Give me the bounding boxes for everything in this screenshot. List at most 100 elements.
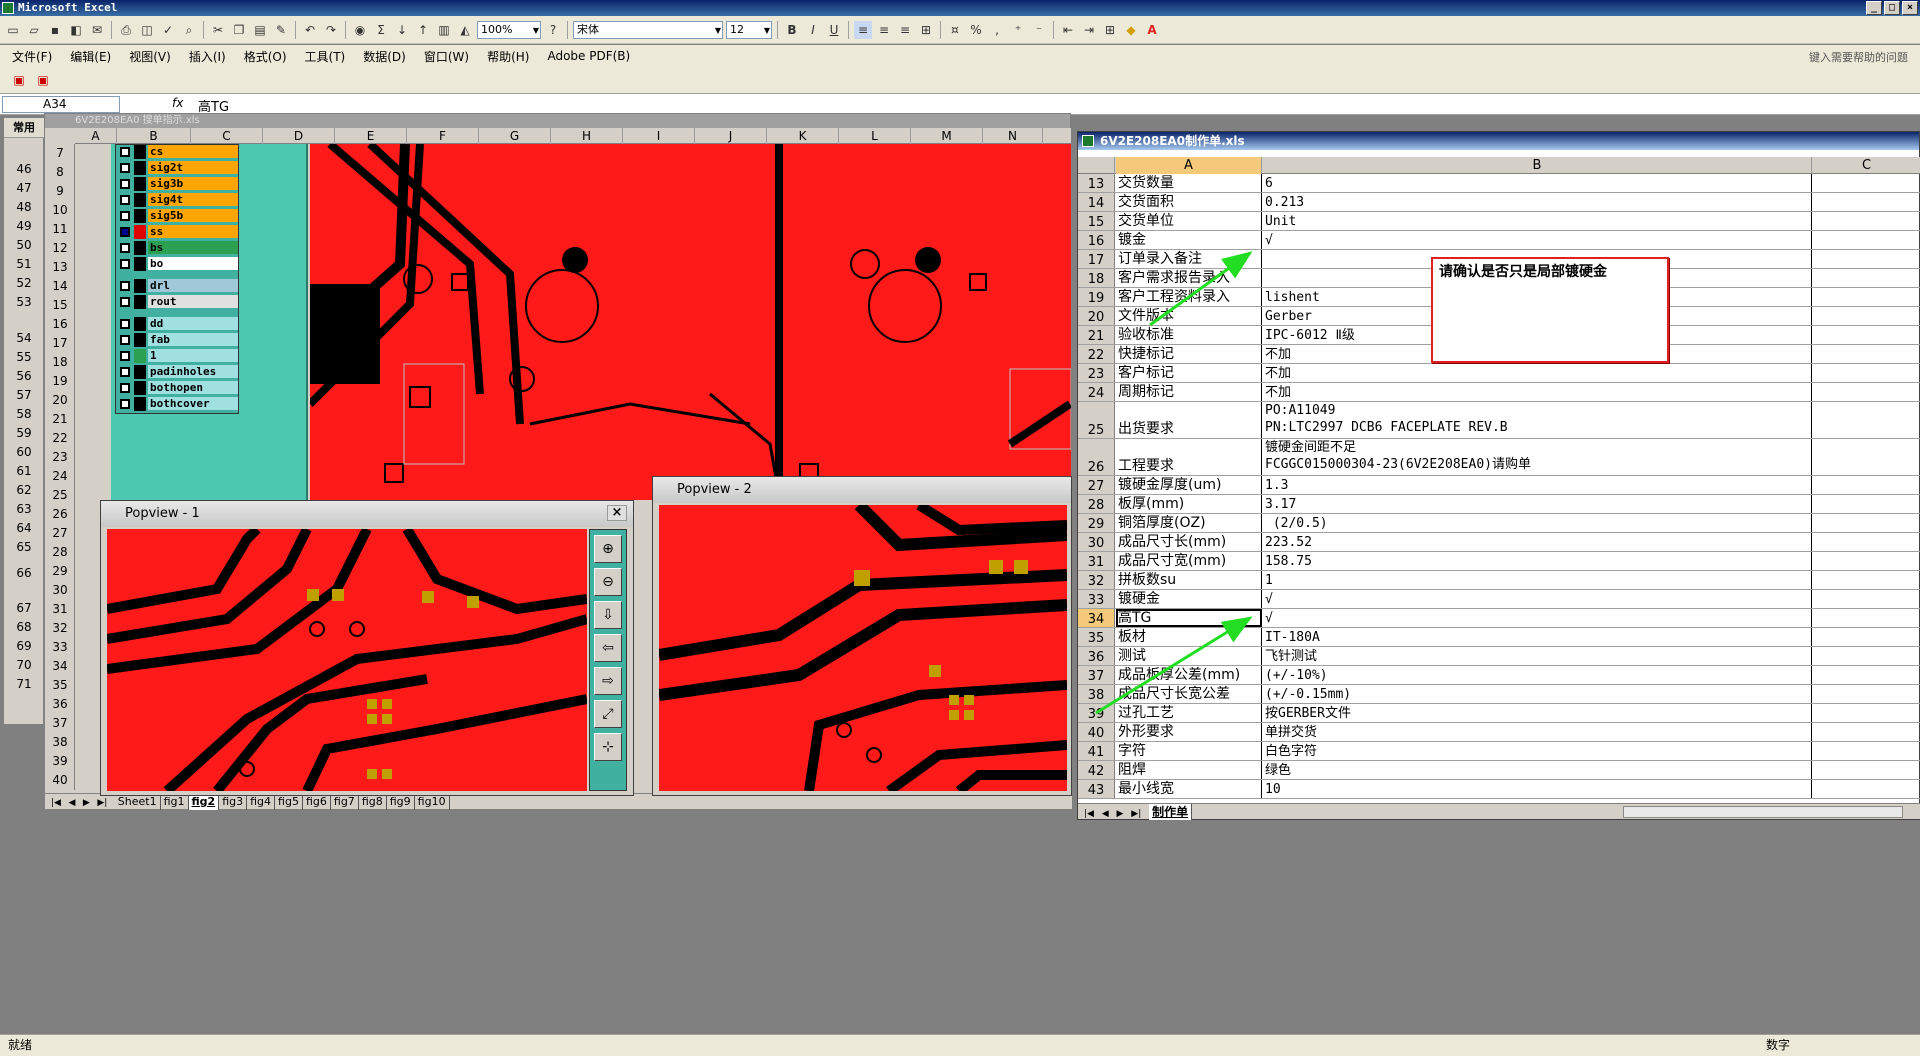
row-number[interactable]: 40	[1078, 723, 1115, 741]
row-number[interactable]: 33	[1078, 590, 1115, 608]
layer-item[interactable]: rout	[116, 295, 240, 309]
paste-icon[interactable]: ▤	[251, 21, 269, 39]
menu-format[interactable]: 格式(O)	[244, 48, 287, 65]
currency-icon[interactable]: ¤	[946, 21, 964, 39]
tab-fig4[interactable]: fig4	[247, 794, 276, 810]
row-number[interactable]: 49	[4, 219, 44, 233]
cell-b[interactable]: 223.52	[1263, 533, 1812, 551]
pan-left-icon[interactable]: ⇦	[594, 634, 622, 662]
column-header[interactable]: E	[335, 128, 407, 144]
drawing-icon[interactable]: ◭	[456, 21, 474, 39]
cell-b[interactable]: 镀硬金间距不足 FCGGC015000304-23(6V2E208EA0)请购单	[1263, 439, 1812, 475]
layer-color-swatch[interactable]	[134, 295, 146, 309]
row-number[interactable]: 12	[45, 241, 75, 257]
layer-color-swatch[interactable]	[134, 161, 146, 175]
fit-window-icon[interactable]: ⤢	[594, 700, 622, 728]
table-row[interactable]: 42 阻焊 绿色	[1078, 761, 1920, 780]
table-row[interactable]: 14 交货面积 0.213	[1078, 193, 1920, 212]
borders-icon[interactable]: ⊞	[1101, 21, 1119, 39]
layer-color-swatch[interactable]	[134, 365, 146, 379]
row-number[interactable]: 20	[1078, 307, 1115, 325]
redo-icon[interactable]: ↷	[322, 21, 340, 39]
fill-color-icon[interactable]: ◆	[1122, 21, 1140, 39]
cell-a[interactable]: 工程要求	[1116, 439, 1262, 475]
row-number[interactable]: 32	[1078, 571, 1115, 589]
row-number[interactable]: 29	[1078, 514, 1115, 532]
layer-color-swatch[interactable]	[134, 397, 146, 411]
column-header[interactable]: K	[767, 128, 839, 144]
pan-right-icon[interactable]: ⇨	[594, 667, 622, 695]
zoom-in-icon[interactable]: ⊕	[594, 535, 622, 563]
table-row[interactable]: 33 镀硬金 √	[1078, 590, 1920, 609]
align-left-icon[interactable]: ≡	[854, 20, 872, 39]
cell-b[interactable]: 按GERBER文件	[1263, 704, 1812, 722]
table-row[interactable]: 40 外形要求 单拼交货	[1078, 723, 1920, 742]
cell-a[interactable]: 测试	[1116, 647, 1262, 665]
layer-checkbox[interactable]	[120, 319, 130, 329]
layer-color-swatch[interactable]	[134, 317, 146, 331]
cell-a[interactable]: 交货数量	[1116, 174, 1262, 192]
cell-a[interactable]: 验收标准	[1116, 326, 1262, 344]
cell-b[interactable]: (+/-0.15mm)	[1263, 685, 1812, 703]
row-number[interactable]: 7	[45, 146, 75, 162]
row-number[interactable]: 40	[45, 773, 75, 789]
layer-color-swatch[interactable]	[134, 177, 146, 191]
font-select[interactable]: 宋体 ▼	[573, 20, 723, 39]
layer-item[interactable]: ss	[116, 225, 240, 239]
row-number[interactable]: 55	[4, 350, 44, 364]
column-header[interactable]: I	[623, 128, 695, 144]
tab-nav-next-icon[interactable]: ▶	[1117, 806, 1124, 822]
help-icon[interactable]: ?	[544, 21, 562, 39]
name-box[interactable]: A34	[2, 96, 120, 113]
row-number[interactable]: 58	[4, 407, 44, 421]
row-number[interactable]: 50	[4, 238, 44, 252]
layer-color-swatch[interactable]	[134, 225, 146, 239]
table-row[interactable]: 31 成品尺寸宽(mm) 158.75	[1078, 552, 1920, 571]
row-number[interactable]: 63	[4, 502, 44, 516]
layer-item[interactable]: padinholes	[116, 365, 240, 379]
tab-fig6[interactable]: fig6	[303, 794, 331, 810]
open-folder-icon[interactable]: ▱	[25, 21, 43, 39]
layer-checkbox[interactable]	[120, 383, 130, 393]
row-number[interactable]: 60	[4, 445, 44, 459]
italic-button[interactable]: I	[804, 21, 822, 39]
cell-a[interactable]: 交货面积	[1116, 193, 1262, 211]
font-color-icon[interactable]: A	[1143, 21, 1161, 39]
layer-checkbox[interactable]	[120, 335, 130, 345]
row-number[interactable]: 67	[4, 601, 44, 615]
column-header[interactable]: B	[1263, 157, 1812, 174]
cell-a[interactable]: 镀硬金厚度(um)	[1116, 476, 1262, 494]
tab-order-sheet[interactable]: 制作单	[1149, 804, 1193, 820]
cell-a[interactable]: 周期标记	[1116, 383, 1262, 401]
cell-b[interactable]: 158.75	[1263, 552, 1812, 570]
cell-b[interactable]: 不加	[1263, 383, 1812, 401]
cell-a[interactable]: 铜箔厚度(OZ)	[1116, 514, 1262, 532]
row-number[interactable]: 16	[45, 317, 75, 333]
cell-b[interactable]: Unit	[1263, 212, 1812, 230]
row-number[interactable]: 71	[4, 677, 44, 691]
minimize-button[interactable]: _	[1866, 1, 1882, 15]
align-right-icon[interactable]: ≡	[896, 21, 914, 39]
menu-help[interactable]: 帮助(H)	[487, 48, 529, 65]
layer-color-swatch[interactable]	[134, 257, 146, 271]
menu-tools[interactable]: 工具(T)	[305, 48, 346, 65]
layer-checkbox[interactable]	[120, 259, 130, 269]
cell-a[interactable]: 镀硬金	[1116, 590, 1262, 608]
layer-color-swatch[interactable]	[134, 333, 146, 347]
email-icon[interactable]: ✉	[88, 21, 106, 39]
popview-2-canvas[interactable]	[659, 505, 1067, 791]
cell-b[interactable]: 3.17	[1263, 495, 1812, 513]
tab-nav-prev-icon[interactable]: ◀	[1102, 806, 1109, 822]
cell-b[interactable]: IT-180A	[1263, 628, 1812, 646]
row-number[interactable]: 13	[45, 260, 75, 276]
popview-1-window[interactable]: Popview - 1 × ⊕ ⊖ ⇩ ⇦ ⇨ ⤢ ⊹	[100, 500, 634, 796]
row-number[interactable]: 25	[1078, 402, 1115, 438]
row-number[interactable]: 34	[45, 659, 75, 675]
row-number[interactable]: 30	[1078, 533, 1115, 551]
cell-a[interactable]: 高TG	[1116, 609, 1262, 627]
row-number[interactable]: 48	[4, 200, 44, 214]
row-number[interactable]: 36	[1078, 647, 1115, 665]
format-painter-icon[interactable]: ✎	[272, 21, 290, 39]
align-center-icon[interactable]: ≡	[875, 21, 893, 39]
row-number[interactable]: 61	[4, 464, 44, 478]
